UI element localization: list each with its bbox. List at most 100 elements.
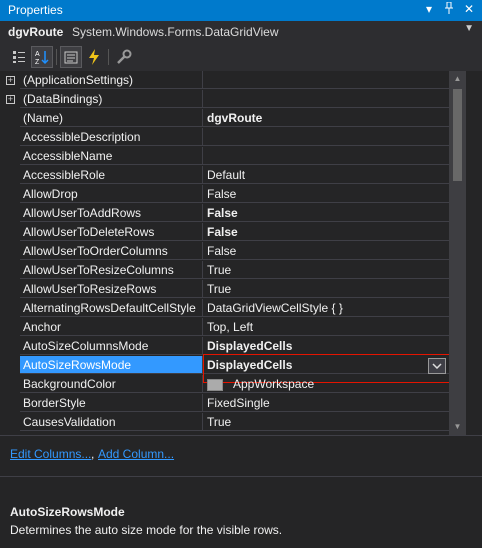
description-pane: AutoSizeRowsMode Determines the auto siz…	[0, 476, 482, 548]
row-gutter	[0, 128, 20, 147]
property-value[interactable]: DisplayedCells	[203, 337, 466, 355]
property-value[interactable]: True	[203, 261, 466, 279]
expand-icon[interactable]: +	[6, 76, 15, 85]
vertical-scrollbar[interactable]: ▲ ▼	[449, 71, 466, 435]
property-row[interactable]: AccessibleName	[0, 147, 466, 166]
property-row[interactable]: Anchor Top, Left	[0, 318, 466, 337]
row-gutter	[0, 185, 20, 204]
property-value[interactable]: False	[203, 223, 466, 241]
alphabetical-icon[interactable]: AZ	[31, 46, 53, 68]
row-gutter	[0, 356, 20, 375]
categorized-icon[interactable]	[8, 46, 30, 68]
property-value[interactable]: True	[203, 280, 466, 298]
property-name[interactable]: AccessibleName	[20, 147, 203, 165]
property-name[interactable]: AllowUserToAddRows	[20, 204, 203, 222]
edit-columns-link[interactable]: Edit Columns...	[10, 447, 91, 461]
scrollbar-thumb[interactable]	[453, 89, 462, 181]
property-row[interactable]: CausesValidation True	[0, 413, 466, 432]
property-row[interactable]: AllowUserToResizeRows True	[0, 280, 466, 299]
property-value[interactable]	[203, 90, 466, 108]
properties-title-bar: Properties ▾ ✕	[0, 0, 482, 21]
events-icon[interactable]	[83, 46, 105, 68]
property-row[interactable]: + (ApplicationSettings)	[0, 71, 466, 90]
chevron-down-icon[interactable]: ▼	[464, 23, 474, 34]
property-value[interactable]	[203, 71, 466, 89]
pin-icon[interactable]	[442, 1, 456, 17]
property-value[interactable]: FixedSingle	[203, 394, 466, 412]
property-row[interactable]: AccessibleDescription	[0, 128, 466, 147]
property-value[interactable]: False	[203, 185, 466, 203]
property-value[interactable]: False	[203, 204, 466, 222]
property-value[interactable]: False	[203, 242, 466, 260]
property-name[interactable]: AllowUserToResizeRows	[20, 280, 203, 298]
property-row[interactable]: AutoSizeRowsMode DisplayedCells	[0, 354, 466, 383]
commands-pane: Edit Columns... , Add Column...	[0, 435, 482, 476]
property-value[interactable]	[203, 128, 466, 146]
property-row[interactable]: (Name) dgvRoute	[0, 109, 466, 128]
property-value[interactable]: True	[203, 413, 466, 431]
row-gutter	[0, 413, 20, 432]
property-name[interactable]: (DataBindings)	[20, 90, 203, 108]
row-gutter	[0, 299, 20, 318]
property-pages-icon[interactable]	[113, 46, 135, 68]
row-gutter: +	[0, 71, 20, 90]
toolbar-separator	[56, 49, 57, 65]
property-row[interactable]: + (DataBindings)	[0, 90, 466, 109]
row-gutter	[0, 261, 20, 280]
window-position-dropdown-icon[interactable]: ▾	[422, 2, 436, 17]
window-title: Properties	[8, 3, 63, 17]
chevron-down-icon	[432, 363, 442, 369]
property-name[interactable]: AccessibleRole	[20, 166, 203, 184]
property-row[interactable]: BackgroundColor AppWorkspace	[0, 375, 466, 394]
property-value[interactable]: Default	[203, 166, 466, 184]
expand-icon[interactable]: +	[6, 95, 15, 104]
property-name[interactable]: AccessibleDescription	[20, 128, 203, 146]
property-row[interactable]: BorderStyle FixedSingle	[0, 394, 466, 413]
property-name[interactable]: AlternatingRowsDefaultCellStyle	[20, 299, 203, 317]
properties-icon[interactable]	[60, 46, 82, 68]
property-value-text: AppWorkspace	[233, 377, 315, 391]
property-row[interactable]: AllowUserToAddRows False	[0, 204, 466, 223]
property-name[interactable]: CausesValidation	[20, 413, 203, 431]
property-row[interactable]: AllowDrop False	[0, 185, 466, 204]
object-name: dgvRoute	[8, 25, 64, 39]
description-title: AutoSizeRowsMode	[10, 505, 125, 519]
property-name[interactable]: AllowDrop	[20, 185, 203, 203]
property-grid: + (ApplicationSettings) + (DataBindings) (Na…	[0, 71, 466, 435]
property-name[interactable]: (ApplicationSettings)	[20, 71, 203, 89]
property-row[interactable]: AllowUserToDeleteRows False	[0, 223, 466, 242]
row-gutter	[0, 147, 20, 166]
scroll-up-icon[interactable]: ▲	[449, 71, 466, 87]
property-name[interactable]: AllowUserToDeleteRows	[20, 223, 203, 241]
object-selector[interactable]: dgvRoute System.Windows.Forms.DataGridVi…	[0, 21, 482, 43]
property-value[interactable]	[203, 147, 466, 165]
scroll-down-icon[interactable]: ▼	[449, 419, 466, 435]
row-gutter	[0, 337, 20, 356]
property-value[interactable]: dgvRoute	[203, 109, 466, 127]
value-dropdown-button[interactable]	[428, 358, 446, 374]
row-gutter	[0, 204, 20, 223]
row-gutter	[0, 280, 20, 299]
row-gutter	[0, 242, 20, 261]
commands-separator: ,	[91, 447, 95, 461]
row-gutter	[0, 109, 20, 128]
property-name[interactable]: AllowUserToOrderColumns	[20, 242, 203, 260]
property-value[interactable]: AppWorkspace	[203, 375, 466, 393]
row-gutter	[0, 223, 20, 242]
property-row[interactable]: AccessibleRole Default	[0, 166, 466, 185]
property-name[interactable]: BorderStyle	[20, 394, 203, 412]
property-row[interactable]: AlternatingRowsDefaultCellStyle DataGridV…	[0, 299, 466, 318]
property-row[interactable]: AllowUserToResizeColumns True	[0, 261, 466, 280]
property-name[interactable]: AllowUserToResizeColumns	[20, 261, 203, 279]
add-column-link[interactable]: Add Column...	[98, 447, 174, 461]
property-name[interactable]: BackgroundColor	[20, 375, 203, 393]
property-name[interactable]: Anchor	[20, 318, 203, 336]
property-value[interactable]: Top, Left	[203, 318, 466, 336]
property-value[interactable]: DataGridViewCellStyle { }	[203, 299, 466, 317]
property-name[interactable]: AutoSizeRowsMode	[20, 356, 203, 374]
property-row[interactable]: AllowUserToOrderColumns False	[0, 242, 466, 261]
property-name[interactable]: AutoSizeColumnsMode	[20, 337, 203, 355]
row-gutter	[0, 394, 20, 413]
close-icon[interactable]: ✕	[462, 2, 476, 17]
property-name[interactable]: (Name)	[20, 109, 203, 127]
